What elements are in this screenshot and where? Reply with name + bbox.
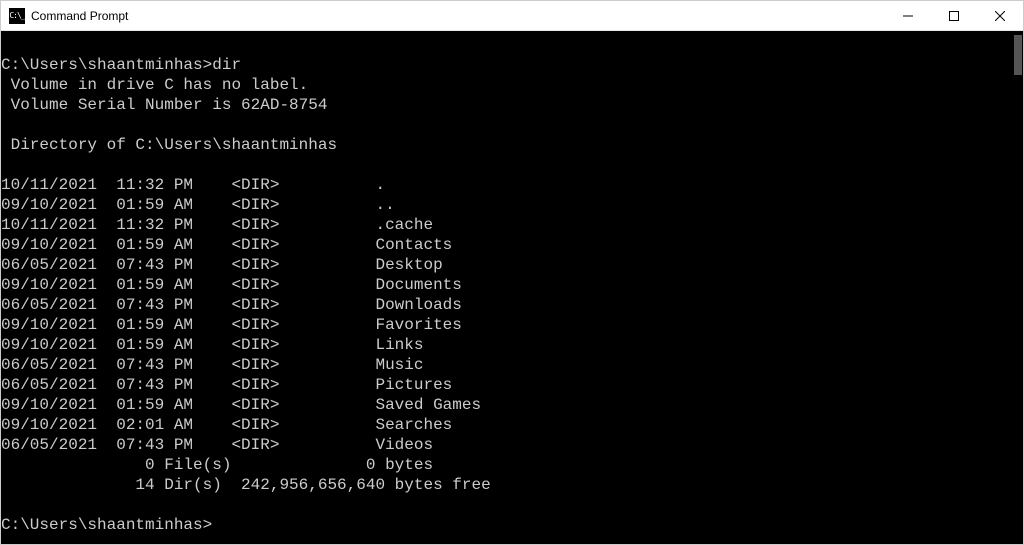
maximize-button[interactable] [931, 1, 977, 31]
window-title: Command Prompt [31, 9, 885, 23]
window-controls [885, 1, 1023, 31]
cmd-icon: C:\_ [9, 8, 25, 24]
terminal-area[interactable]: C:\Users\shaantminhas>dir Volume in driv… [1, 31, 1023, 544]
command-prompt-window: C:\_ Command Prompt C:\Users\shaantminha… [0, 0, 1024, 545]
close-button[interactable] [977, 1, 1023, 31]
titlebar[interactable]: C:\_ Command Prompt [1, 1, 1023, 31]
terminal-output: C:\Users\shaantminhas>dir Volume in driv… [1, 31, 1011, 544]
scrollbar-track[interactable] [1011, 31, 1023, 544]
minimize-button[interactable] [885, 1, 931, 31]
scrollbar-thumb[interactable] [1014, 35, 1022, 75]
